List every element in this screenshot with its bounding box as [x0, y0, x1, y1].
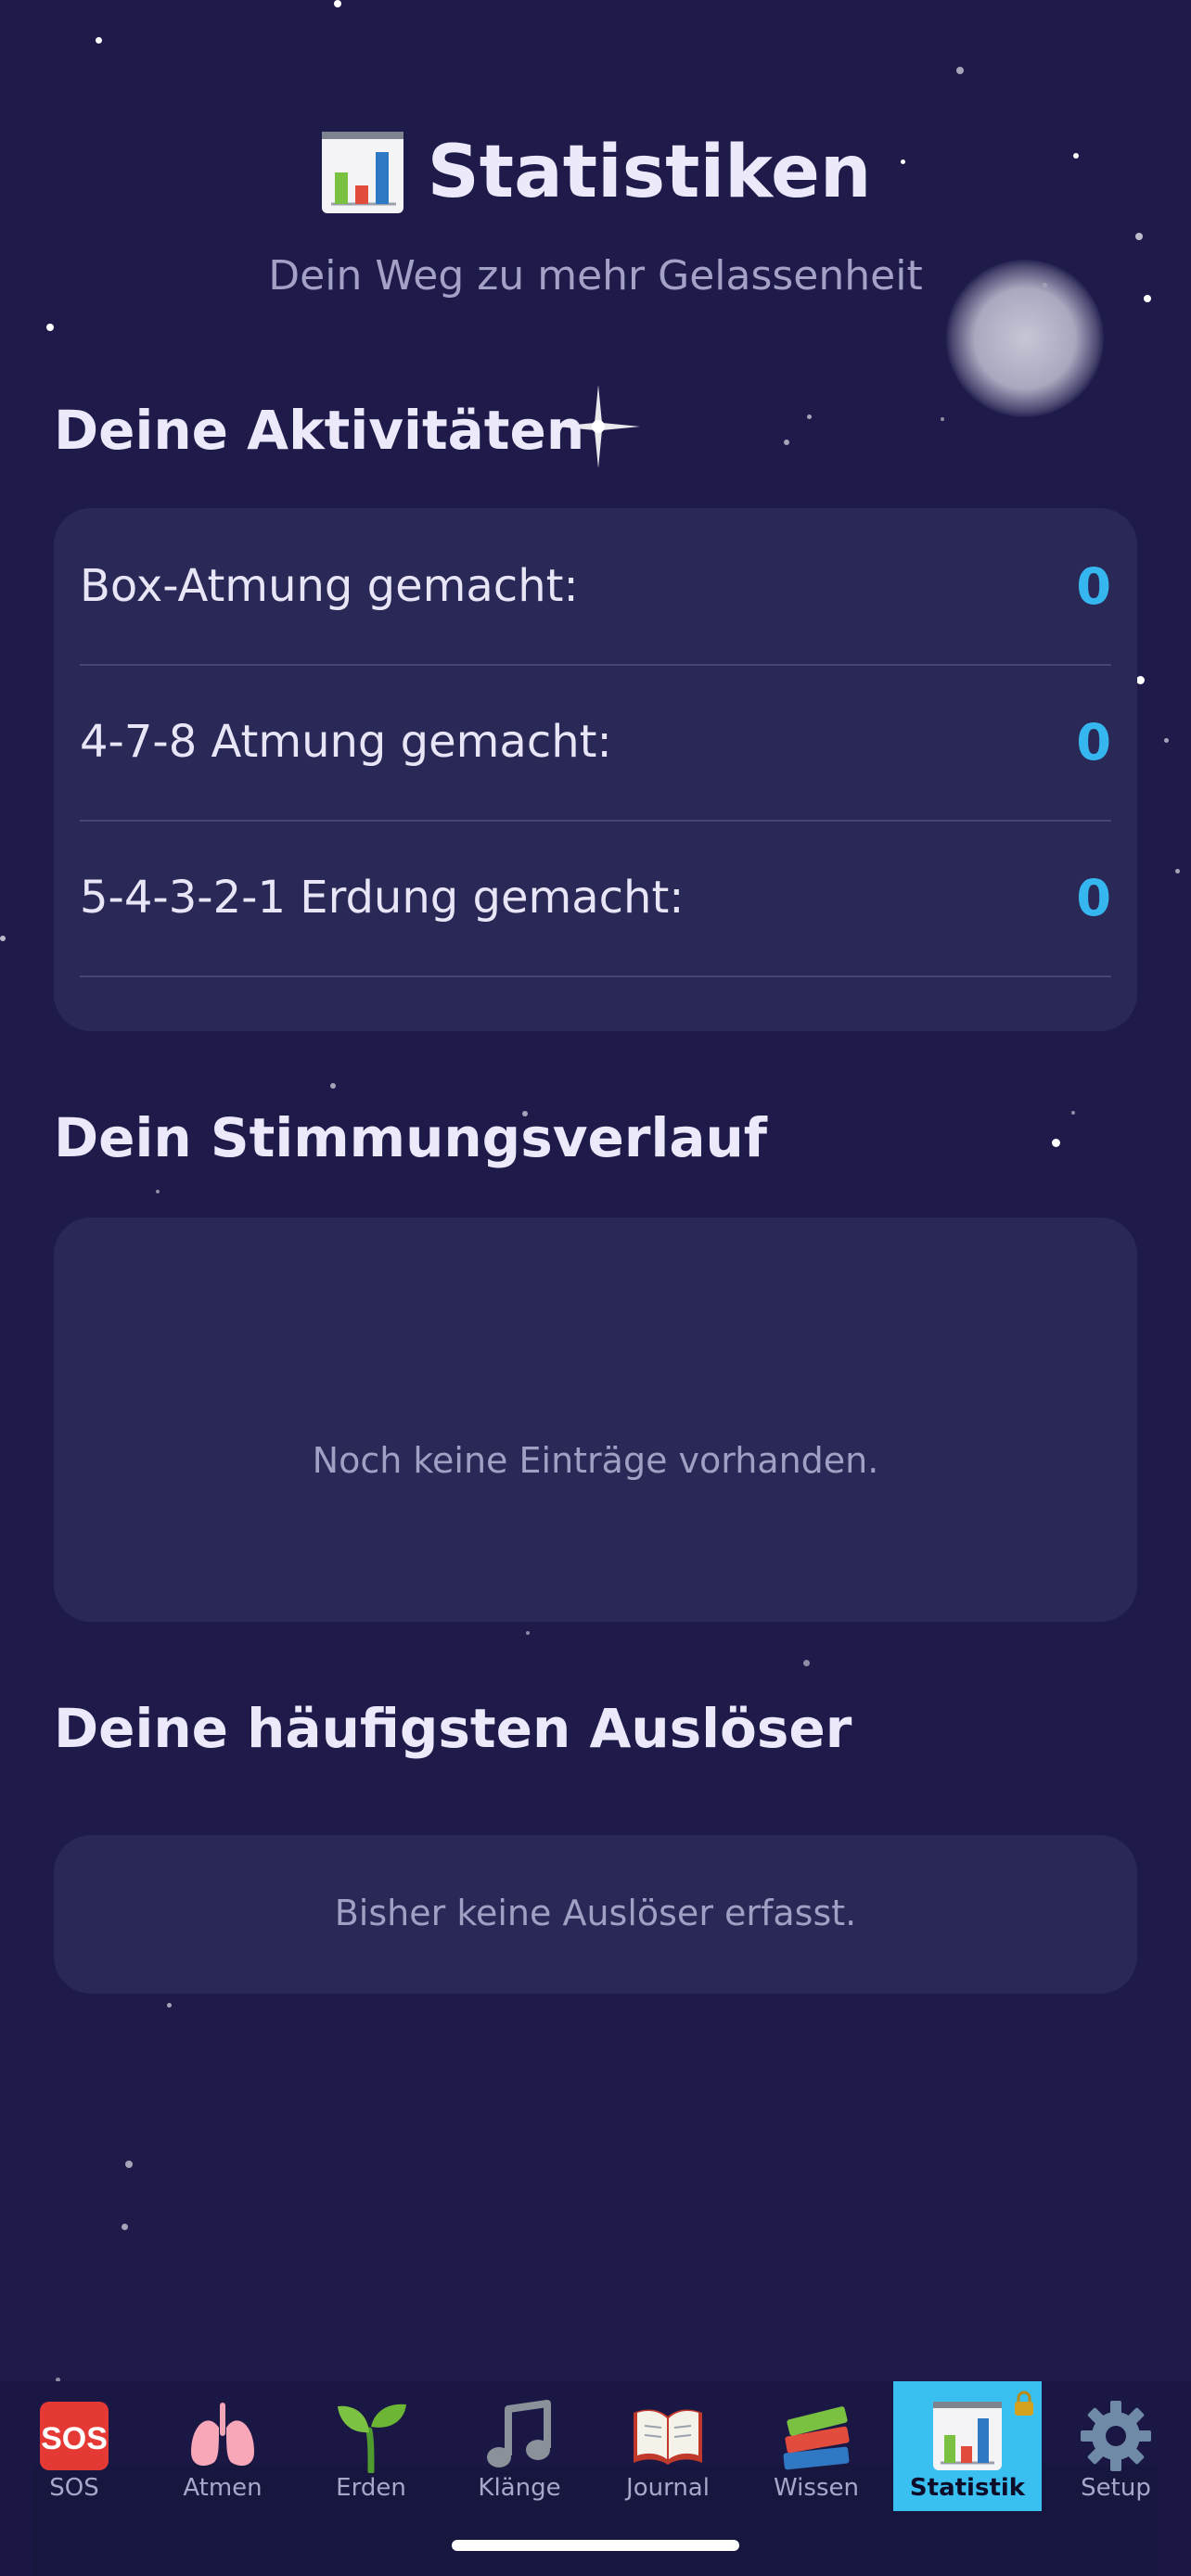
activity-label: Box-Atmung gemacht:: [80, 560, 579, 612]
tab-label: Wissen: [774, 2474, 859, 2502]
mood-empty-text: Noch keine Einträge vorhanden.: [312, 1440, 879, 1481]
activity-count: 0: [1076, 712, 1111, 772]
gear-icon: [1042, 2398, 1190, 2474]
books-icon: [742, 2398, 890, 2474]
tab-label: Klänge: [478, 2474, 561, 2502]
tab-setup[interactable]: Setup: [1042, 2381, 1190, 2511]
bar-chart-icon: [321, 132, 403, 213]
tab-label: Setup: [1081, 2474, 1151, 2502]
tab-klaenge[interactable]: Klänge: [445, 2381, 594, 2511]
open-book-icon: [594, 2398, 742, 2474]
tab-statistik[interactable]: Statistik: [893, 2381, 1042, 2511]
activity-label: 4-7-8 Atmung gemacht:: [80, 716, 612, 768]
music-note-icon: [445, 2398, 594, 2474]
triggers-title: Deine häufigsten Auslöser: [54, 1697, 852, 1760]
activities-title: Deine Aktivitäten: [54, 399, 585, 462]
activity-label: 5-4-3-2-1 Erdung gemacht:: [80, 872, 685, 924]
page-title-text: Statistiken: [427, 131, 872, 214]
tab-label: Atmen: [183, 2474, 263, 2502]
activity-count: 0: [1076, 556, 1111, 616]
activity-row: 4-7-8 Atmung gemacht: 0: [80, 664, 1111, 822]
seedling-icon: [297, 2398, 445, 2474]
page-title: Statistiken: [0, 130, 1191, 215]
sos-icon: SOS: [0, 2398, 148, 2474]
tab-wissen[interactable]: Wissen: [742, 2381, 890, 2511]
tab-label: Erden: [336, 2474, 406, 2502]
mood-title: Dein Stimmungsverlauf: [54, 1106, 768, 1169]
activity-count: 0: [1076, 868, 1111, 927]
tab-erden[interactable]: Erden: [297, 2381, 445, 2511]
svg-text:SOS: SOS: [41, 2421, 108, 2456]
triggers-empty-text: Bisher keine Auslöser erfasst.: [334, 1893, 857, 1933]
mood-card: Noch keine Einträge vorhanden.: [54, 1218, 1137, 1622]
activities-card: Box-Atmung gemacht: 0 4-7-8 Atmung gemac…: [54, 508, 1137, 1031]
page-subtitle: Dein Weg zu mehr Gelassenheit: [268, 252, 923, 300]
activity-row: Box-Atmung gemacht: 0: [80, 508, 1111, 666]
triggers-card: Bisher keine Auslöser erfasst.: [54, 1835, 1137, 1994]
tab-label: Journal: [626, 2474, 710, 2502]
tab-sos[interactable]: SOS SOS: [0, 2381, 148, 2511]
tab-journal[interactable]: Journal: [594, 2381, 742, 2511]
lungs-icon: [148, 2398, 297, 2474]
tab-label: Statistik: [909, 2474, 1026, 2502]
tab-atmen[interactable]: Atmen: [148, 2381, 297, 2511]
tab-label: SOS: [49, 2474, 99, 2502]
activity-row: 5-4-3-2-1 Erdung gemacht: 0: [80, 820, 1111, 977]
home-indicator[interactable]: [452, 2540, 739, 2551]
lock-icon: [1015, 2391, 1033, 2416]
